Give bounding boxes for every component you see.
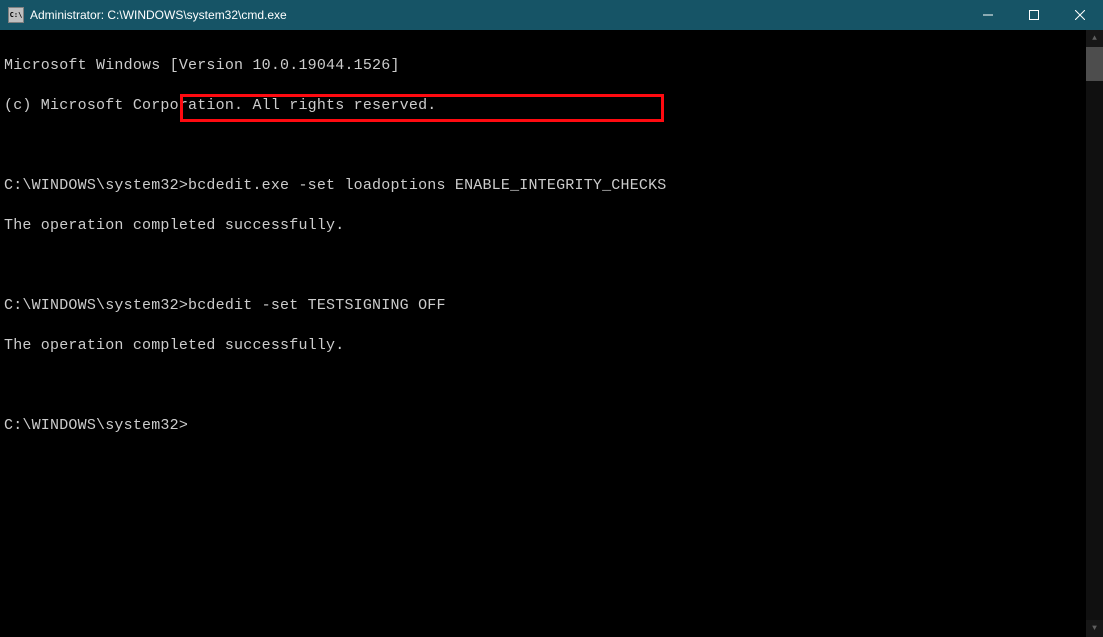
result-line: The operation completed successfully.	[4, 216, 1099, 236]
console-output[interactable]: Microsoft Windows [Version 10.0.19044.15…	[0, 30, 1103, 637]
window-controls	[965, 0, 1103, 30]
banner-line: Microsoft Windows [Version 10.0.19044.15…	[4, 56, 1099, 76]
blank-line	[4, 256, 1099, 276]
result-line: The operation completed successfully.	[4, 336, 1099, 356]
close-button[interactable]	[1057, 0, 1103, 30]
scroll-thumb[interactable]	[1086, 47, 1103, 81]
command-text: bcdedit -set TESTSIGNING OFF	[188, 297, 446, 314]
vertical-scrollbar[interactable]: ▲ ▼	[1086, 30, 1103, 637]
scroll-down-button[interactable]: ▼	[1086, 620, 1103, 637]
command-line: C:\WINDOWS\system32>bcdedit -set TESTSIG…	[4, 296, 1099, 316]
cmd-icon	[8, 7, 24, 23]
prompt-line: C:\WINDOWS\system32>	[4, 416, 1099, 436]
maximize-button[interactable]	[1011, 0, 1057, 30]
command-line: C:\WINDOWS\system32>bcdedit.exe -set loa…	[4, 176, 1099, 196]
scroll-up-button[interactable]: ▲	[1086, 30, 1103, 47]
banner-line: (c) Microsoft Corporation. All rights re…	[4, 96, 1099, 116]
prompt: C:\WINDOWS\system32>	[4, 297, 188, 314]
blank-line	[4, 136, 1099, 156]
titlebar[interactable]: Administrator: C:\WINDOWS\system32\cmd.e…	[0, 0, 1103, 30]
minimize-button[interactable]	[965, 0, 1011, 30]
command-text: bcdedit.exe -set loadoptions ENABLE_INTE…	[188, 177, 666, 194]
blank-line	[4, 376, 1099, 396]
prompt: C:\WINDOWS\system32>	[4, 177, 188, 194]
window-title: Administrator: C:\WINDOWS\system32\cmd.e…	[30, 8, 965, 22]
